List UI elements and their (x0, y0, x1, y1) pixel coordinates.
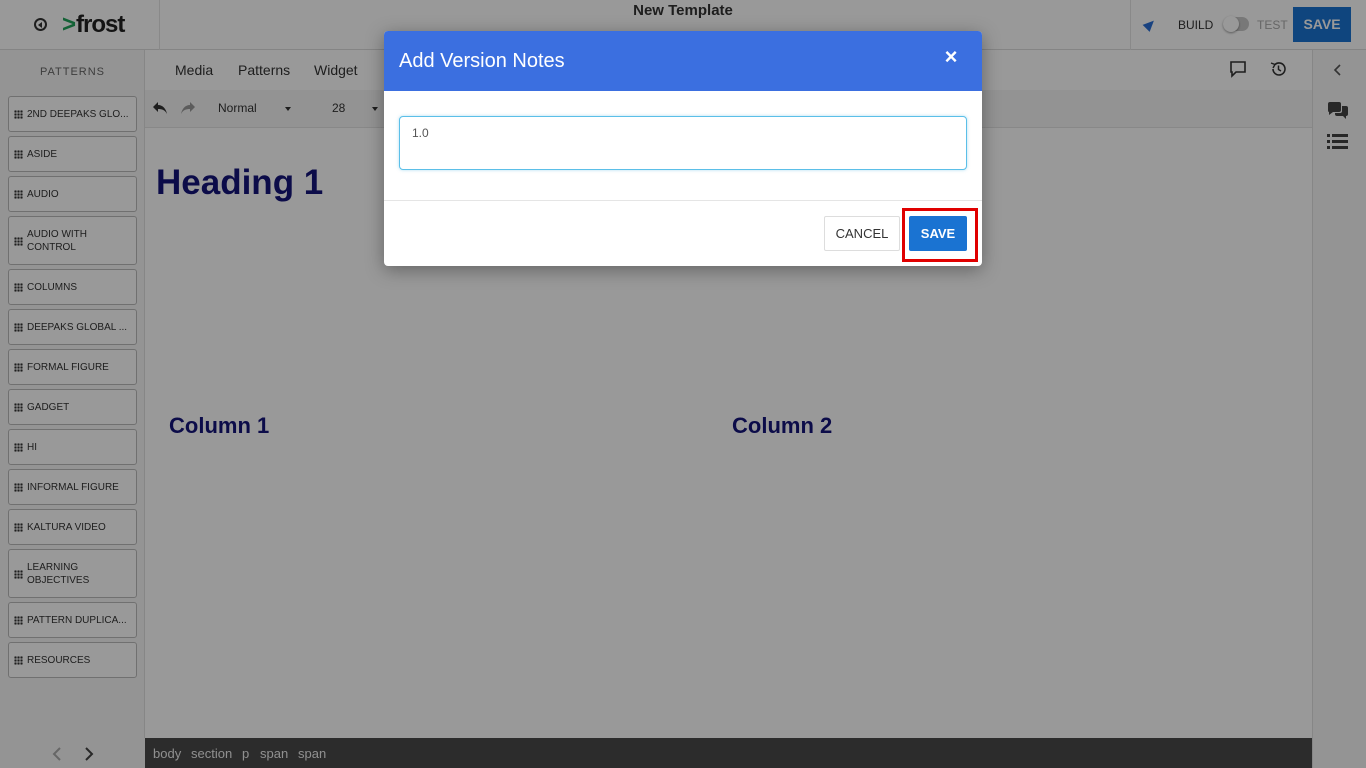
cancel-button[interactable]: CANCEL (824, 216, 900, 251)
version-notes-input[interactable]: 1.0 (399, 116, 967, 170)
version-notes-dialog: Add Version Notes × 1.0 CANCEL SAVE (384, 31, 982, 266)
close-icon[interactable]: × (941, 46, 961, 68)
save-button[interactable]: SAVE (909, 216, 967, 251)
dialog-header: Add Version Notes × (384, 31, 982, 91)
dialog-divider (384, 200, 982, 201)
dialog-title: Add Version Notes (399, 50, 565, 72)
